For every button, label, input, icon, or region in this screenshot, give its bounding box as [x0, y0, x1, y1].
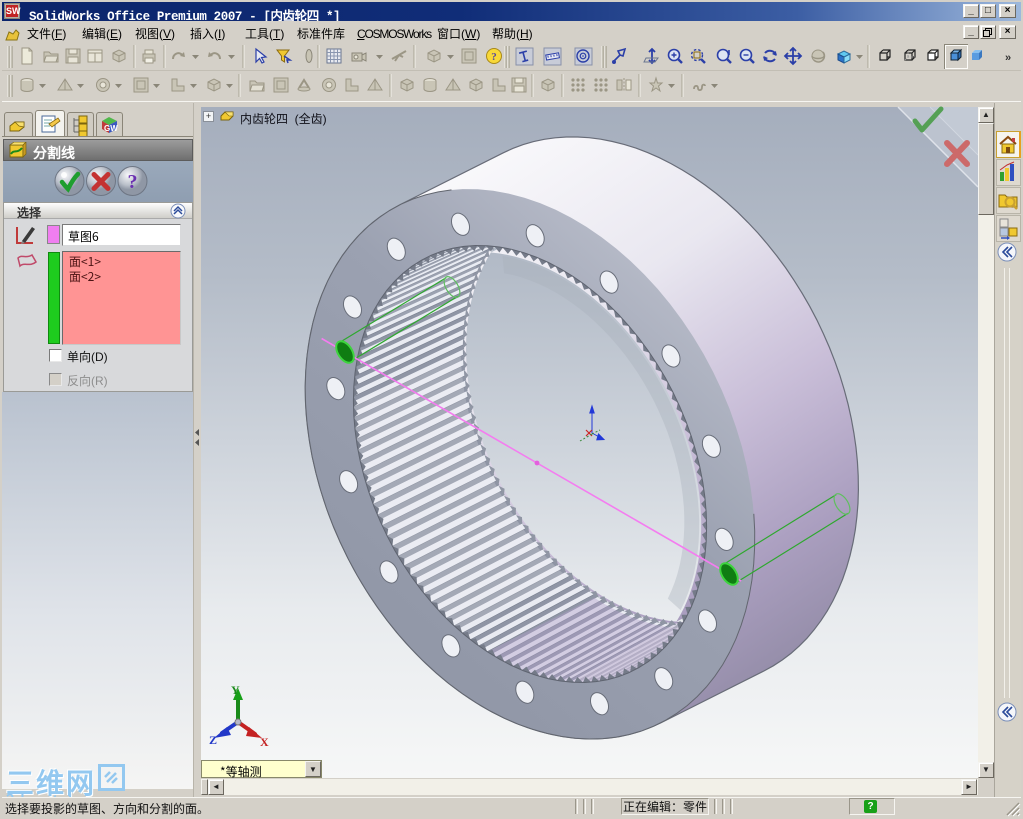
svg-text:X: X [260, 735, 269, 749]
svg-text:Z: Z [209, 733, 217, 747]
svg-text:Y: Y [231, 683, 240, 697]
